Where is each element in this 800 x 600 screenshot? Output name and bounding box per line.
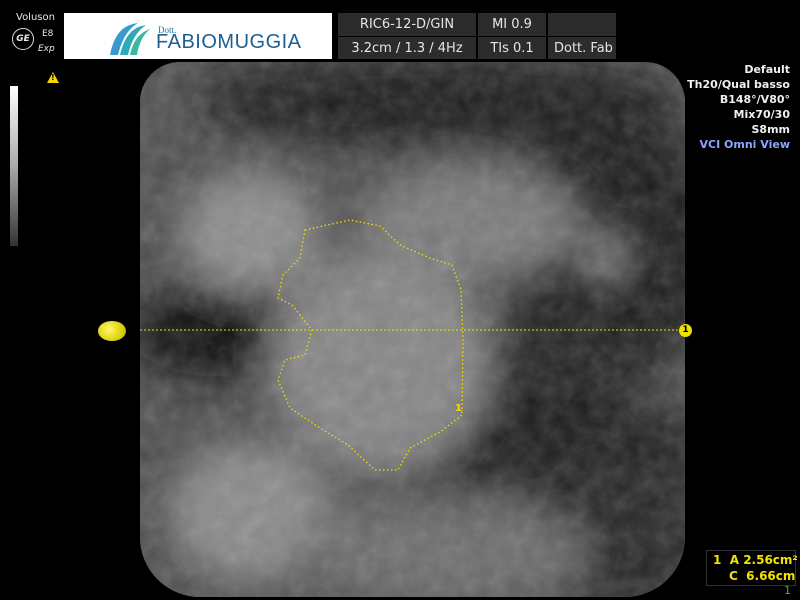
area-value: 2.56cm² [743,553,798,567]
measurement-result-box: 1 A 2.56cm² C 6.66cm [706,550,798,586]
cursor-endpoint-marker[interactable]: 1 [679,324,692,337]
circumference-value: 6.66cm [746,569,796,583]
area-label: A [729,553,740,567]
measurement-area-row: 1 A 2.56cm² [713,552,798,568]
measurement-circumference-row: C 6.66cm [729,568,795,584]
trace-marker-label: 1 [455,403,462,414]
orientation-marker-icon[interactable] [98,321,126,341]
corner-index-label: 1 [784,584,791,597]
measurement-index: 1 [713,553,722,567]
trace-contour[interactable] [277,219,464,471]
circumference-label: C [729,569,738,583]
measurement-overlay [140,219,680,471]
